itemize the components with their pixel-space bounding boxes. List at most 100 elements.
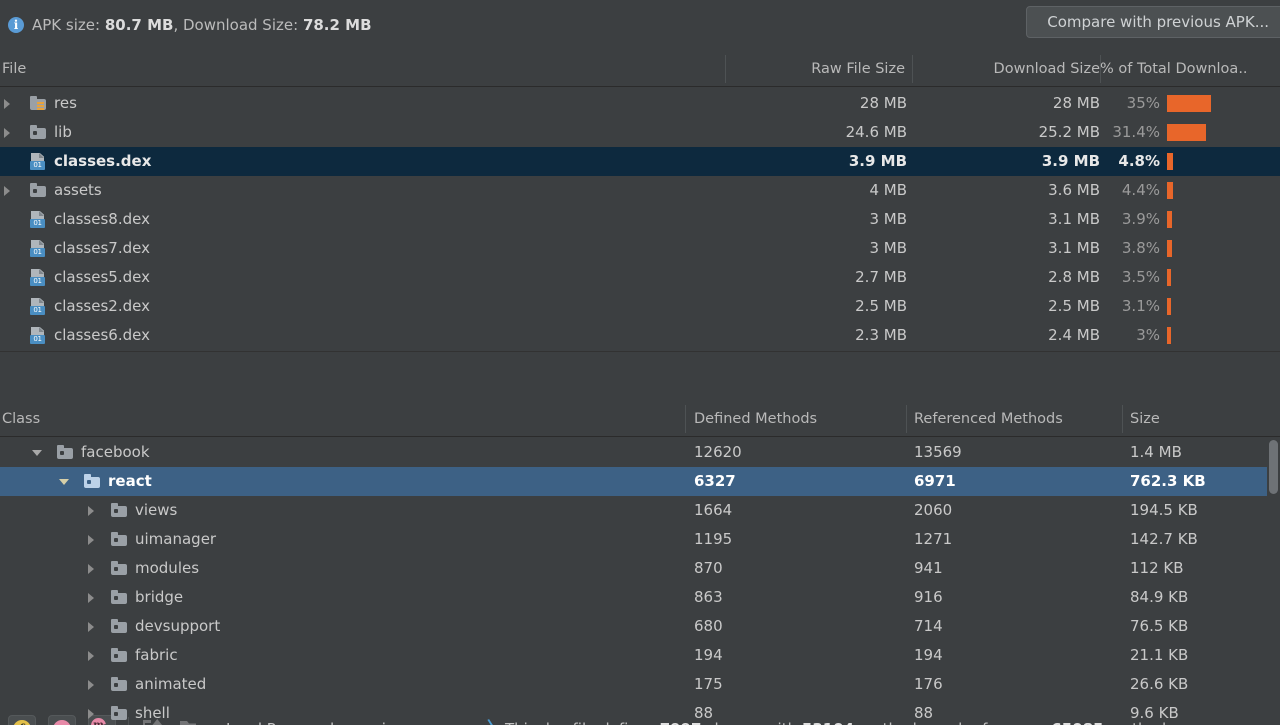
folder-dot bbox=[114, 712, 118, 716]
package-name: views bbox=[135, 501, 178, 519]
percent-bar bbox=[1167, 124, 1206, 141]
package-name: uimanager bbox=[135, 530, 217, 548]
table-row[interactable]: 01 classes2.dex 2.5 MB 2.5 MB 3.1% bbox=[0, 292, 1280, 321]
expand-arrow-icon[interactable] bbox=[88, 564, 94, 574]
table-row[interactable]: views 1664 2060 194.5 KB bbox=[0, 496, 1280, 525]
table-row[interactable]: 01 classes.dex 3.9 MB 3.9 MB 4.8% bbox=[0, 147, 1280, 176]
referenced-methods-value: 714 bbox=[914, 617, 943, 635]
folder-icon bbox=[111, 619, 127, 633]
column-divider[interactable] bbox=[685, 405, 686, 433]
class-tree-scrollbar-thumb[interactable] bbox=[1269, 440, 1278, 494]
column-divider[interactable] bbox=[906, 405, 907, 433]
download-size-value: 2.8 MB bbox=[1048, 268, 1100, 286]
percent-bar bbox=[1167, 327, 1171, 344]
table-row[interactable]: animated 175 176 26.6 KB bbox=[0, 670, 1280, 699]
percent-of-total-value: 3.9% bbox=[1121, 210, 1160, 228]
class-table-header: Class Defined Methods Referenced Methods… bbox=[0, 402, 1280, 437]
apk-size-label: APK size: bbox=[32, 15, 101, 34]
table-row[interactable]: devsupport 680 714 76.5 KB bbox=[0, 612, 1280, 641]
expand-arrow-icon[interactable] bbox=[4, 99, 10, 109]
dex-file-icon: 01 bbox=[30, 153, 46, 170]
percent-of-total-value: 3.8% bbox=[1121, 239, 1160, 257]
column-header-referenced-methods[interactable]: Referenced Methods bbox=[914, 402, 1063, 436]
column-header-download-size[interactable]: Download Size bbox=[912, 52, 1100, 86]
file-name: assets bbox=[54, 181, 102, 199]
table-row[interactable]: facebook 12620 13569 1.4 MB bbox=[0, 438, 1280, 467]
folder-icon bbox=[111, 561, 127, 575]
table-row[interactable]: 01 classes7.dex 3 MB 3.1 MB 3.8% bbox=[0, 234, 1280, 263]
expand-arrow-icon[interactable] bbox=[88, 651, 94, 661]
binary-badge: 01 bbox=[30, 306, 45, 315]
download-size-value: 2.5 MB bbox=[1048, 297, 1100, 315]
table-row[interactable]: res 28 MB 28 MB 35% bbox=[0, 89, 1280, 118]
expand-arrow-icon[interactable] bbox=[88, 709, 94, 719]
expand-arrow-icon[interactable] bbox=[4, 128, 10, 138]
column-header-file[interactable]: File bbox=[2, 52, 26, 86]
defined-methods-value: 1195 bbox=[694, 530, 733, 548]
file-name: classes.dex bbox=[54, 152, 152, 170]
table-row[interactable]: fabric 194 194 21.1 KB bbox=[0, 641, 1280, 670]
raw-file-size-value: 2.5 MB bbox=[855, 297, 907, 315]
expand-arrow-icon[interactable] bbox=[88, 535, 94, 545]
class-tree[interactable]: facebook 12620 13569 1.4 MB react 6327 6971 762… bbox=[0, 438, 1280, 725]
dex-file-icon: 01 bbox=[30, 298, 46, 315]
percent-of-total-value: 4.4% bbox=[1121, 181, 1160, 199]
binary-badge: 01 bbox=[30, 161, 45, 170]
table-row[interactable]: react 6327 6971 762.3 KB bbox=[0, 467, 1280, 496]
column-divider[interactable] bbox=[1122, 405, 1123, 433]
defined-methods-value: 194 bbox=[694, 646, 723, 664]
folder-dot bbox=[33, 131, 37, 135]
size-value: 26.6 KB bbox=[1130, 675, 1189, 693]
column-header-class[interactable]: Class bbox=[2, 402, 40, 436]
percent-bar bbox=[1167, 240, 1172, 257]
defined-methods-value: 88 bbox=[694, 704, 714, 722]
expand-arrow-icon[interactable] bbox=[88, 680, 94, 690]
file-tree[interactable]: res 28 MB 28 MB 35% lib 24.6 MB 25.2 MB 31.4% 01… bbox=[0, 89, 1280, 349]
table-row[interactable]: bridge 863 916 84.9 KB bbox=[0, 583, 1280, 612]
collapse-arrow-icon[interactable] bbox=[32, 450, 42, 456]
percent-bar bbox=[1167, 95, 1211, 112]
raw-file-size-value: 3.9 MB bbox=[848, 152, 907, 170]
column-header-percent-of-total[interactable]: % of Total Downloa.. bbox=[1100, 52, 1248, 86]
expand-arrow-icon[interactable] bbox=[4, 186, 10, 196]
dex-file-icon: 01 bbox=[30, 327, 46, 344]
folder-icon bbox=[111, 503, 127, 517]
folder-dot bbox=[114, 538, 118, 542]
table-row[interactable]: lib 24.6 MB 25.2 MB 31.4% bbox=[0, 118, 1280, 147]
class-tree-scrollbar-track[interactable] bbox=[1267, 438, 1280, 725]
referenced-methods-value: 2060 bbox=[914, 501, 953, 519]
expand-arrow-icon[interactable] bbox=[88, 593, 94, 603]
table-row[interactable]: shell 88 88 9.6 KB bbox=[0, 699, 1280, 725]
file-name: classes8.dex bbox=[54, 210, 150, 228]
folder-icon bbox=[111, 532, 127, 546]
column-header-size[interactable]: Size bbox=[1130, 402, 1160, 436]
table-row[interactable]: 01 classes8.dex 3 MB 3.1 MB 3.9% bbox=[0, 205, 1280, 234]
file-name: classes5.dex bbox=[54, 268, 150, 286]
folder-dot bbox=[114, 683, 118, 687]
collapse-arrow-icon[interactable] bbox=[59, 479, 69, 485]
expand-arrow-icon[interactable] bbox=[88, 506, 94, 516]
compare-with-previous-apk-button[interactable]: Compare with previous APK... bbox=[1026, 6, 1280, 38]
percent-bar bbox=[1167, 298, 1171, 315]
expand-arrow-icon[interactable] bbox=[88, 622, 94, 632]
referenced-methods-value: 6971 bbox=[914, 472, 956, 490]
raw-file-size-value: 4 MB bbox=[869, 181, 907, 199]
percent-of-total-value: 3.5% bbox=[1121, 268, 1160, 286]
table-row[interactable]: 01 classes5.dex 2.7 MB 2.8 MB 3.5% bbox=[0, 263, 1280, 292]
folder-icon bbox=[111, 648, 127, 662]
size-value: 9.6 KB bbox=[1130, 704, 1179, 722]
column-header-raw-file-size[interactable]: Raw File Size bbox=[725, 52, 911, 86]
download-size-value: 28 MB bbox=[1052, 94, 1100, 112]
table-row[interactable]: assets 4 MB 3.6 MB 4.4% bbox=[0, 176, 1280, 205]
defined-methods-value: 12620 bbox=[694, 443, 742, 461]
table-row[interactable]: uimanager 1195 1271 142.7 KB bbox=[0, 525, 1280, 554]
folder-dot bbox=[114, 625, 118, 629]
table-row[interactable]: 01 classes6.dex 2.3 MB 2.4 MB 3% bbox=[0, 321, 1280, 350]
file-fold bbox=[39, 327, 44, 332]
table-row[interactable]: modules 870 941 112 KB bbox=[0, 554, 1280, 583]
download-size-value: 3.9 MB bbox=[1041, 152, 1100, 170]
package-name: animated bbox=[135, 675, 207, 693]
defined-methods-value: 863 bbox=[694, 588, 723, 606]
column-header-defined-methods[interactable]: Defined Methods bbox=[694, 402, 817, 436]
folder-dot bbox=[114, 567, 118, 571]
